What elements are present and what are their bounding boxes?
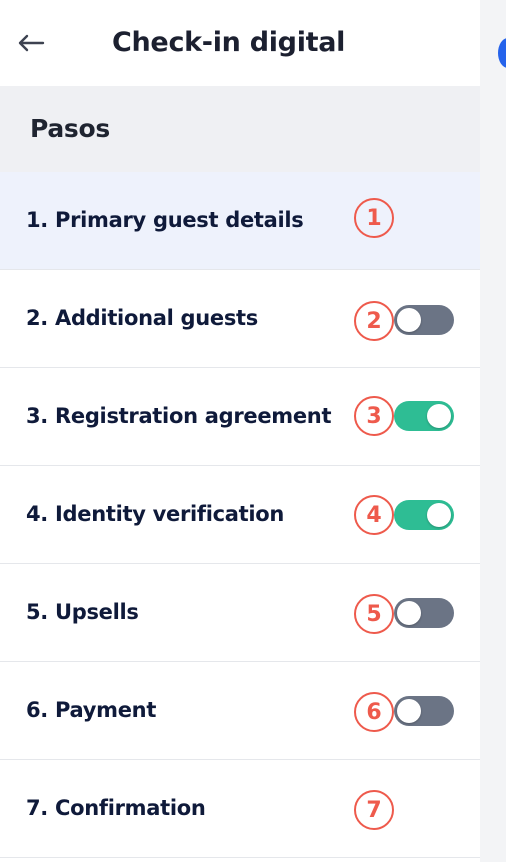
step-number-badge: 2 xyxy=(354,301,394,341)
section-label: Pasos xyxy=(30,114,110,143)
page-title: Check-in digital xyxy=(112,27,346,58)
content-pane xyxy=(480,0,506,862)
step-label: 3. Registration agreement xyxy=(26,404,332,428)
step-toggle[interactable] xyxy=(394,305,454,335)
step-toggle[interactable] xyxy=(394,500,454,530)
step-toggle[interactable] xyxy=(394,696,454,726)
toggle-knob xyxy=(427,404,451,428)
step-label: 5. Upsells xyxy=(26,600,139,624)
header: Check-in digital xyxy=(0,0,480,86)
toggle-knob xyxy=(427,503,451,527)
step-number-badge: 5 xyxy=(354,594,394,634)
step-additional-guests[interactable]: 2. Additional guests 2 xyxy=(0,270,480,368)
step-label: 1. Primary guest details xyxy=(26,208,304,232)
step-label: 4. Identity verification xyxy=(26,502,285,526)
step-number-badge: 3 xyxy=(354,396,394,436)
toggle-knob xyxy=(397,601,421,625)
step-primary-guest-details[interactable]: 1. Primary guest details 1 xyxy=(0,172,480,270)
step-registration-agreement[interactable]: 3. Registration agreement 3 xyxy=(0,368,480,466)
step-identity-verification[interactable]: 4. Identity verification 4 xyxy=(0,466,480,564)
step-number-badge: 6 xyxy=(354,692,394,732)
step-upsells[interactable]: 5. Upsells 5 xyxy=(0,564,480,662)
step-confirmation[interactable]: 7. Confirmation 7 xyxy=(0,760,480,858)
toggle-knob xyxy=(397,308,421,332)
step-toggle[interactable] xyxy=(394,598,454,628)
step-number-badge: 7 xyxy=(354,790,394,830)
back-button[interactable] xyxy=(14,28,48,58)
steps-panel: Check-in digital Pasos 1. Primary guest … xyxy=(0,0,480,862)
step-number-badge: 4 xyxy=(354,495,394,535)
steps-list: 1. Primary guest details 1 2. Additional… xyxy=(0,172,480,858)
partial-avatar xyxy=(498,38,506,68)
step-label: 6. Payment xyxy=(26,698,157,722)
step-label: 7. Confirmation xyxy=(26,796,206,820)
step-number-badge: 1 xyxy=(354,198,394,238)
section-header: Pasos xyxy=(0,86,480,172)
step-payment[interactable]: 6. Payment 6 xyxy=(0,662,480,760)
step-toggle[interactable] xyxy=(394,401,454,431)
toggle-knob xyxy=(397,699,421,723)
step-label: 2. Additional guests xyxy=(26,306,258,330)
arrow-left-icon xyxy=(18,34,45,52)
